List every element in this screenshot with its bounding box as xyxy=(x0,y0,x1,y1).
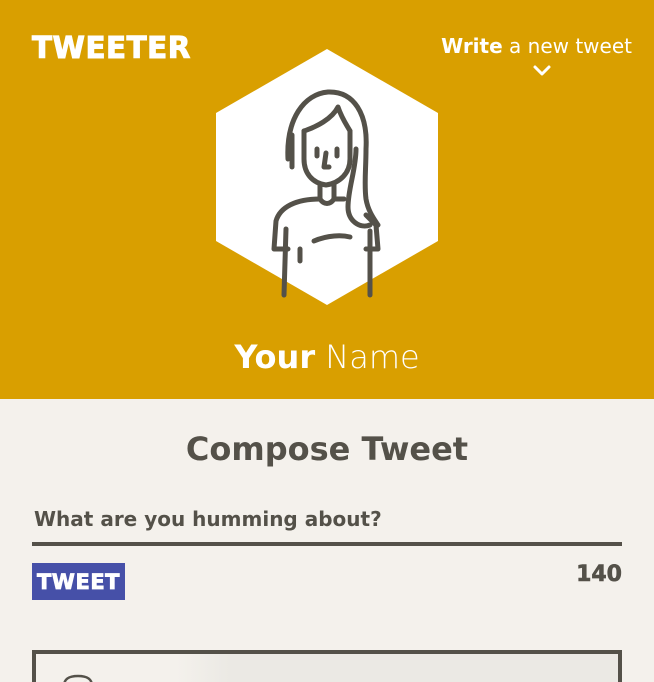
tweet-text-input[interactable] xyxy=(32,496,622,546)
tweet-card-overlay xyxy=(176,654,618,682)
tweet-submit-button[interactable]: TWEET xyxy=(32,563,125,600)
user-avatar-icon xyxy=(216,49,438,305)
profile-header: TWEETER Write a new tweet Your Name xyxy=(0,0,654,399)
tweet-card xyxy=(32,650,622,682)
chevron-down-icon[interactable] xyxy=(532,63,552,79)
write-label-strong: Write xyxy=(441,34,503,58)
write-new-tweet-toggle[interactable]: Write a new tweet xyxy=(432,33,632,85)
write-label-rest: a new tweet xyxy=(502,34,632,58)
brand-logo[interactable]: TWEETER xyxy=(32,31,191,66)
profile-name-strong: Your xyxy=(234,338,316,376)
character-counter: 140 xyxy=(576,562,623,588)
compose-title: Compose Tweet xyxy=(185,430,469,468)
tweet-avatar-icon xyxy=(63,674,93,682)
write-new-tweet-label: Write a new tweet xyxy=(432,33,632,59)
profile-name-rest: Name xyxy=(315,338,420,376)
profile-name: Your Name xyxy=(0,336,654,378)
